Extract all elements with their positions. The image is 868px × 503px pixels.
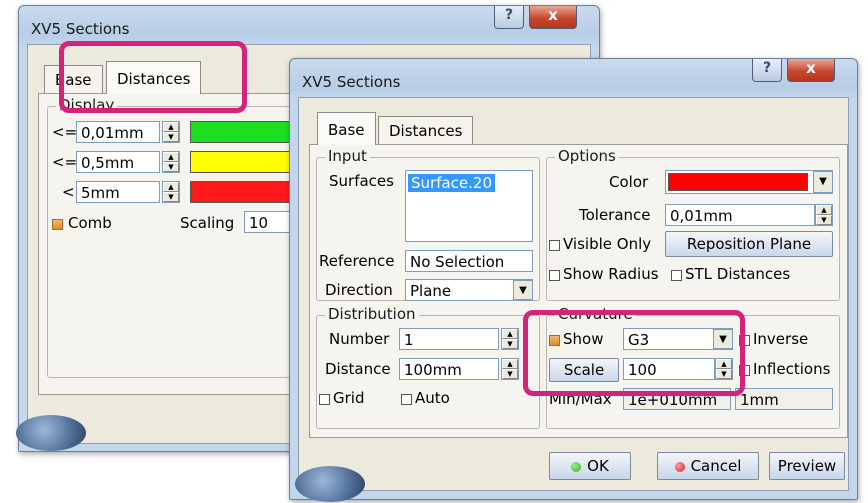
back-title-bar[interactable]: XV5 Sections ? x — [19, 6, 599, 44]
back-tab-base[interactable]: Base — [44, 65, 103, 94]
front-close-button[interactable]: x — [787, 59, 835, 82]
scale-spinner[interactable]: ▲ ▼ — [715, 358, 733, 380]
front-client-area: Base Distances Input Surfaces Surface.20… — [295, 97, 849, 502]
row1-operator: <= — [52, 123, 78, 141]
distribution-legend: Distribution — [325, 305, 419, 323]
color-select[interactable] — [665, 170, 833, 194]
input-legend: Input — [325, 147, 370, 165]
front-dialog-window: XV5 Sections ? x Base Distances Input Su… — [289, 58, 858, 502]
number-label: Number — [329, 330, 390, 348]
distance-field[interactable]: 100mm — [399, 358, 499, 380]
ok-icon — [571, 461, 582, 472]
input-group: Input Surfaces Surface.20 Reference No S… — [316, 147, 540, 301]
reposition-plane-button[interactable]: Reposition Plane — [665, 231, 833, 257]
curvature-legend: Curvature — [555, 305, 636, 323]
visible-only-label: Visible Only — [563, 235, 652, 253]
color-swatch — [668, 173, 808, 191]
scale-field[interactable]: 100 — [623, 358, 715, 380]
inflections-checkbox[interactable] — [739, 365, 750, 376]
stl-distances-checkbox[interactable] — [671, 270, 682, 281]
back-close-button[interactable]: x — [529, 6, 577, 29]
max-value-field: 1mm — [735, 388, 833, 410]
direction-label: Direction — [325, 281, 393, 299]
row3-spinner[interactable]: ▲ ▼ — [162, 181, 180, 203]
inflections-label: Inflections — [753, 360, 831, 378]
minmax-label: Min/Max — [549, 390, 612, 408]
row2-value-field[interactable]: 0,5mm — [76, 151, 160, 173]
cancel-icon — [674, 461, 685, 472]
front-title-bar[interactable]: XV5 Sections ? x — [290, 59, 857, 97]
back-footer-logo — [16, 415, 86, 451]
ok-button[interactable]: OK — [549, 452, 631, 480]
row1-spinner[interactable]: ▲ ▼ — [162, 121, 180, 143]
row2-operator: <= — [52, 153, 78, 171]
color-label: Color — [609, 173, 649, 191]
curvature-group: Curvature Show G3 ▼ Inverse Scale 100 ▲ ▼… — [546, 305, 840, 429]
distance-label: Distance — [325, 360, 391, 378]
inverse-checkbox[interactable] — [739, 335, 750, 346]
surfaces-label: Surfaces — [329, 172, 394, 190]
tolerance-label: Tolerance — [579, 206, 651, 224]
front-help-button[interactable]: ? — [752, 59, 782, 82]
number-spinner[interactable]: ▲ ▼ — [501, 328, 519, 350]
min-value-field: 1e+010mm — [623, 388, 731, 410]
front-window-title: XV5 Sections — [302, 73, 401, 91]
preview-button[interactable]: Preview — [769, 452, 845, 480]
front-tab-distances[interactable]: Distances — [378, 116, 474, 145]
auto-label: Auto — [415, 389, 450, 407]
number-field[interactable]: 1 — [399, 328, 499, 350]
cancel-button[interactable]: Cancel — [657, 452, 759, 480]
distance-spinner[interactable]: ▲ ▼ — [501, 358, 519, 380]
inverse-label: Inverse — [753, 330, 809, 348]
reference-field[interactable]: No Selection — [405, 250, 533, 272]
show-radius-label: Show Radius — [563, 265, 659, 283]
scaling-label: Scaling — [180, 214, 235, 232]
stl-distances-label: STL Distances — [685, 265, 791, 283]
grid-checkbox[interactable] — [319, 394, 330, 405]
row1-value-field[interactable]: 0,01mm — [76, 121, 160, 143]
comb-label: Comb — [68, 214, 112, 232]
show-label: Show — [563, 330, 604, 348]
back-help-button[interactable]: ? — [494, 6, 524, 29]
grid-label: Grid — [333, 389, 365, 407]
tolerance-spinner[interactable]: ▲ ▼ — [815, 204, 833, 226]
surfaces-selected-item[interactable]: Surface.20 — [408, 174, 495, 192]
distribution-group: Distribution Number 1 ▲ ▼ Distance 100mm … — [316, 305, 540, 429]
color-dropdown-icon[interactable]: ▼ — [813, 171, 833, 193]
options-legend: Options — [555, 147, 619, 165]
auto-checkbox[interactable] — [401, 394, 412, 405]
front-tab-base[interactable]: Base — [317, 112, 376, 145]
reference-label: Reference — [319, 252, 395, 270]
show-radius-checkbox[interactable] — [549, 270, 560, 281]
back-window-title: XV5 Sections — [31, 20, 130, 38]
show-curvature-checkbox[interactable] — [549, 335, 560, 346]
comb-checkbox[interactable] — [52, 219, 63, 230]
show-mode-dropdown-icon[interactable]: ▼ — [713, 329, 733, 349]
front-tab-pane: Input Surfaces Surface.20 Reference No S… — [309, 144, 848, 438]
surfaces-listbox[interactable]: Surface.20 — [405, 170, 533, 242]
front-footer-logo — [295, 466, 365, 502]
scale-button[interactable]: Scale — [549, 358, 619, 382]
visible-only-checkbox[interactable] — [549, 240, 560, 251]
tolerance-field[interactable]: 0,01mm — [665, 204, 815, 226]
options-group: Options Color ▼ Tolerance 0,01mm ▲ ▼ Visi… — [546, 147, 840, 301]
row3-operator: < — [62, 183, 75, 201]
direction-dropdown-icon[interactable]: ▼ — [513, 280, 533, 300]
row2-spinner[interactable]: ▲ ▼ — [162, 151, 180, 173]
display-legend: Display — [56, 96, 118, 114]
back-tab-distances[interactable]: Distances — [106, 61, 202, 94]
row3-value-field[interactable]: 5mm — [76, 181, 160, 203]
